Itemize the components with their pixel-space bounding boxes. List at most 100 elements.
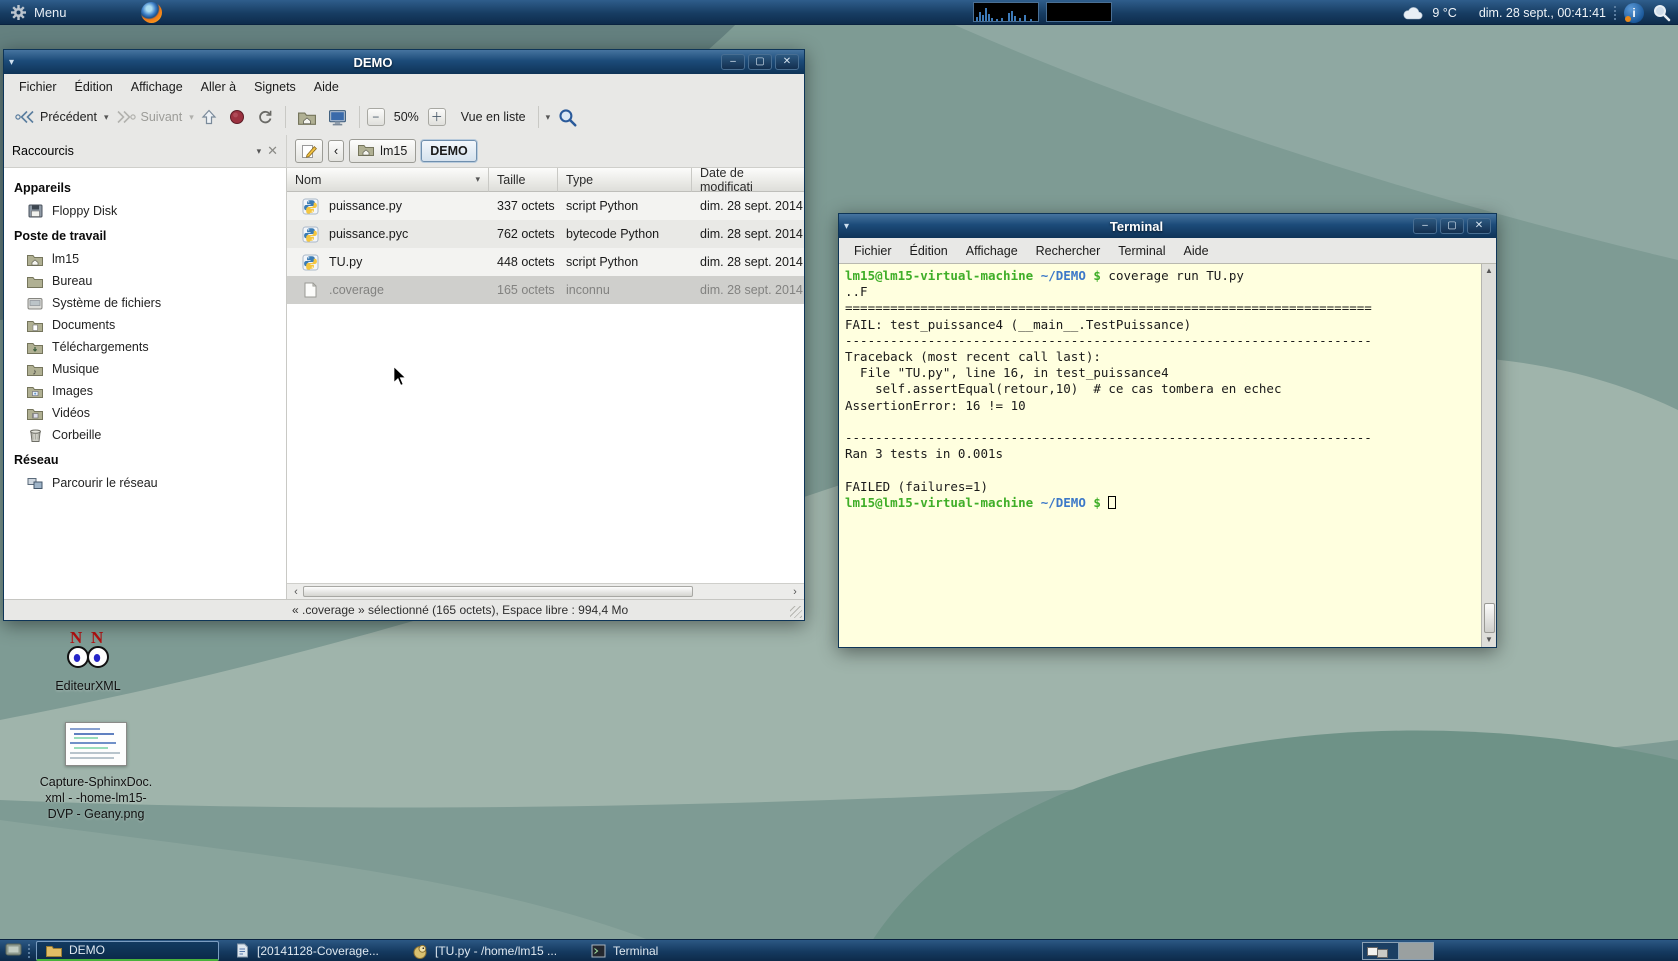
desktop-icon-capture-png[interactable]: Capture-SphinxDoc. xml - -home-lm15- DVP…: [31, 722, 161, 822]
path-edit-button[interactable]: [295, 139, 323, 163]
fm-menu-item-4[interactable]: Signets: [245, 77, 305, 97]
workspace-2[interactable]: [1398, 943, 1433, 959]
table-row-TU-py[interactable]: TU.py448 octetsscript Pythondim. 28 sept…: [287, 248, 804, 276]
workspace-1[interactable]: [1363, 943, 1398, 959]
sidebar-item-floppy-disk[interactable]: Floppy Disk: [4, 200, 286, 222]
home-button[interactable]: [293, 107, 321, 128]
terminal-scrollbar[interactable]: ▲ ▼: [1481, 264, 1496, 647]
sidebar-item-syst-me-de-fichiers[interactable]: Système de fichiers: [4, 292, 286, 314]
refresh-button[interactable]: [252, 106, 278, 128]
window-menu-icon[interactable]: ▾: [844, 221, 860, 232]
terminal-menu-item-1[interactable]: Édition: [901, 241, 957, 261]
table-row--coverage[interactable]: .coverage165 octetsinconnudim. 28 sept. …: [287, 276, 804, 304]
desktop-button[interactable]: [323, 106, 352, 129]
sidebar-item-musique[interactable]: ♪Musique: [4, 358, 286, 380]
sidebar-item-lm15[interactable]: lm15: [4, 248, 286, 270]
file-date-cell: dim. 28 sept. 2014: [692, 227, 804, 241]
shortcuts-close-icon[interactable]: ✕: [267, 143, 278, 159]
column-header-3[interactable]: Date de modificati: [692, 168, 804, 192]
maximize-button[interactable]: ▢: [1440, 218, 1464, 234]
network-history-graph[interactable]: [1046, 2, 1112, 22]
applications-menu-button[interactable]: Menu: [0, 0, 79, 24]
terminal-menu-item-3[interactable]: Rechercher: [1027, 241, 1110, 261]
toolbar-separator: [538, 106, 539, 128]
scroll-thumb[interactable]: [1484, 603, 1495, 633]
desktop-icon-label: EditeurXML: [55, 678, 120, 694]
terminal-line: [845, 462, 1479, 478]
forward-dropdown-icon[interactable]: ▾: [189, 112, 194, 123]
firefox-launcher-icon[interactable]: [141, 2, 162, 23]
resize-grip[interactable]: [790, 606, 802, 618]
close-button[interactable]: ✕: [1467, 218, 1491, 234]
cpu-history-graph[interactable]: [973, 2, 1039, 22]
column-header-0[interactable]: Nom▾: [287, 168, 489, 192]
terminal-titlebar[interactable]: ▾ Terminal – ▢ ✕: [839, 214, 1496, 238]
table-row-puissance-pyc[interactable]: puissance.pyc762 octetsbytecode Pythondi…: [287, 220, 804, 248]
view-mode-button[interactable]: Vue en liste: [456, 107, 531, 127]
sidebar-item-parcourir-le-r-seau[interactable]: Parcourir le réseau: [4, 472, 286, 494]
editeurxml-icon: N N: [63, 628, 113, 670]
terminal-output[interactable]: lm15@lm15-virtual-machine ~/DEMO $ cover…: [839, 264, 1481, 647]
stop-button[interactable]: [224, 106, 250, 128]
sidebar-item-bureau[interactable]: Bureau: [4, 270, 286, 292]
terminal-menu-item-4[interactable]: Terminal: [1109, 241, 1174, 261]
fm-column-headers: Nom▾TailleTypeDate de modificati: [287, 168, 804, 192]
zoom-in-button[interactable]: ＋: [428, 108, 446, 126]
maximize-button[interactable]: ▢: [748, 54, 772, 70]
view-dropdown-icon[interactable]: ▾: [546, 112, 551, 123]
videos-folder-icon: [26, 407, 44, 420]
sidebar-item-documents[interactable]: Documents: [4, 314, 286, 336]
minimize-button[interactable]: –: [721, 54, 745, 70]
show-desktop-icon[interactable]: [5, 942, 22, 960]
breadcrumb-demo[interactable]: DEMO: [421, 140, 477, 162]
up-button[interactable]: [196, 106, 222, 128]
fm-menu-item-0[interactable]: Fichier: [10, 77, 66, 97]
task-button-2[interactable]: [TU.py - /home/lm15 ...: [403, 941, 575, 961]
sidebar-item-images[interactable]: Images: [4, 380, 286, 402]
terminal-line: FAILED (failures=1): [845, 479, 1479, 495]
terminal-menu-item-2[interactable]: Affichage: [957, 241, 1027, 261]
window-menu-icon[interactable]: ▾: [9, 57, 25, 68]
fm-menu-item-1[interactable]: Édition: [66, 77, 122, 97]
forward-button[interactable]: Suivant: [111, 107, 188, 127]
shortcuts-header[interactable]: Raccourcis ▾ ✕: [4, 135, 287, 167]
terminal-line: FAIL: test_puissance4 (__main__.TestPuis…: [845, 317, 1479, 333]
scroll-down-arrow[interactable]: ▼: [1485, 633, 1493, 647]
column-header-1[interactable]: Taille: [489, 168, 558, 192]
shortcuts-dropdown-icon[interactable]: ▾: [257, 146, 262, 157]
terminal-menu-item-0[interactable]: Fichier: [845, 241, 901, 261]
scroll-right-arrow[interactable]: ›: [788, 586, 802, 598]
mouse-cursor: [392, 365, 407, 387]
desktop-icon-editeurxml[interactable]: N N EditeurXML: [23, 628, 153, 694]
close-button[interactable]: ✕: [775, 54, 799, 70]
search-button[interactable]: [552, 104, 583, 131]
back-dropdown-icon[interactable]: ▾: [104, 112, 109, 123]
task-button-3[interactable]: Terminal: [581, 941, 673, 961]
table-row-puissance-py[interactable]: puissance.py337 octetsscript Pythondim. …: [287, 192, 804, 220]
fm-titlebar[interactable]: ▾ DEMO – ▢ ✕: [4, 50, 804, 74]
sidebar-item-vid-os[interactable]: Vidéos: [4, 402, 286, 424]
fm-menu-item-2[interactable]: Affichage: [122, 77, 192, 97]
task-button-0[interactable]: DEMO: [36, 941, 219, 961]
column-header-2[interactable]: Type: [558, 168, 692, 192]
minimize-button[interactable]: –: [1413, 218, 1437, 234]
task-button-1[interactable]: [20141128-Coverage...: [225, 941, 397, 961]
path-scroll-left-button[interactable]: ‹: [328, 140, 344, 162]
scroll-up-arrow[interactable]: ▲: [1485, 264, 1493, 278]
scroll-thumb[interactable]: [303, 586, 693, 597]
fm-file-list[interactable]: puissance.py337 octetsscript Pythondim. …: [287, 192, 804, 583]
fm-menu-item-5[interactable]: Aide: [305, 77, 348, 97]
back-button[interactable]: Précédent: [10, 107, 102, 127]
workspace-switcher[interactable]: [1362, 942, 1434, 960]
update-shield-icon[interactable]: i: [1624, 3, 1644, 23]
clock-label[interactable]: dim. 28 sept., 00:41:41: [1479, 6, 1606, 20]
zoom-out-button[interactable]: −: [367, 108, 385, 126]
terminal-menu-item-5[interactable]: Aide: [1175, 241, 1218, 261]
scroll-left-arrow[interactable]: ‹: [289, 586, 303, 598]
fm-menu-item-3[interactable]: Aller à: [192, 77, 245, 97]
sidebar-item-corbeille[interactable]: Corbeille: [4, 424, 286, 446]
sidebar-item-t-l-chargements[interactable]: Téléchargements: [4, 336, 286, 358]
panel-magnifier-icon[interactable]: [1652, 3, 1672, 23]
breadcrumb-lm15[interactable]: lm15: [349, 139, 416, 163]
h-scrollbar[interactable]: ‹ ›: [287, 583, 804, 599]
